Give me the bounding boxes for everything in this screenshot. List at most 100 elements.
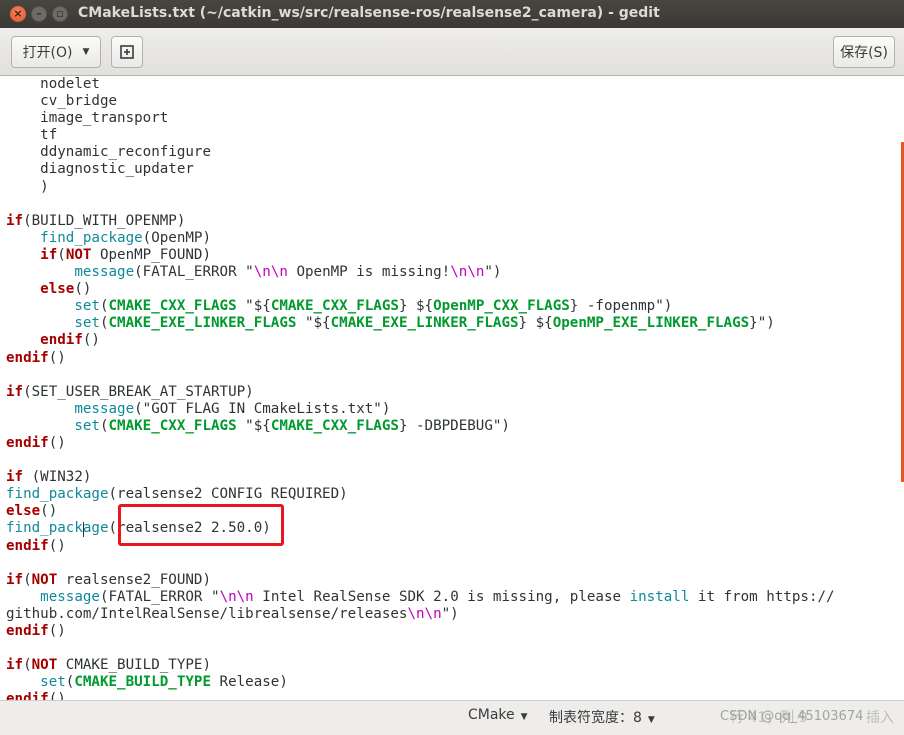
code-line[interactable]: set(CMAKE_BUILD_TYPE Release) — [6, 674, 835, 691]
code-view[interactable]: nodelet cv_bridge image_transport tf ddy… — [6, 76, 835, 700]
code-line[interactable]: cv_bridge — [6, 93, 835, 110]
open-button[interactable]: 打开(O) ▼ — [11, 36, 101, 68]
minimize-window-button[interactable]: – — [31, 6, 47, 22]
code-line[interactable]: if(NOT realsense2_FOUND) — [6, 572, 835, 589]
code-token: set — [74, 417, 100, 434]
text-editor[interactable]: nodelet cv_bridge image_transport tf ddy… — [0, 76, 904, 700]
code-token: CMAKE_CXX_FLAGS — [270, 417, 399, 434]
code-line[interactable] — [6, 452, 835, 469]
code-line[interactable]: set(CMAKE_EXE_LINKER_FLAGS "${CMAKE_EXE_… — [6, 315, 835, 332]
code-line[interactable]: endif() — [6, 350, 835, 367]
annotation-highlight-box — [118, 504, 284, 546]
code-token: (BUILD_WITH_OPENMP) — [23, 212, 186, 229]
code-token: CMAKE_CXX_FLAGS — [108, 417, 237, 434]
language-selector[interactable]: CMake ▼ — [468, 707, 528, 723]
code-line[interactable]: find_package(realsense2 CONFIG REQUIRED) — [6, 486, 835, 503]
code-line[interactable]: find_package(OpenMP) — [6, 230, 835, 247]
code-line[interactable] — [6, 640, 835, 657]
code-token: realsense2_FOUND) — [57, 571, 212, 588]
code-token: ( — [99, 417, 109, 434]
code-line[interactable]: if(BUILD_WITH_OPENMP) — [6, 213, 835, 230]
code-line[interactable]: github.com/IntelRealSense/librealsense/r… — [6, 606, 835, 623]
code-line[interactable]: endif() — [6, 435, 835, 452]
watermark: CSDN @qq_45103674 — [720, 709, 864, 724]
code-token: ) — [6, 178, 49, 195]
code-line[interactable]: endif() — [6, 691, 835, 700]
save-button[interactable]: 保存(S) — [833, 36, 895, 68]
code-line[interactable]: if (WIN32) — [6, 469, 835, 486]
code-line[interactable]: set(CMAKE_CXX_FLAGS "${CMAKE_CXX_FLAGS} … — [6, 418, 835, 435]
code-token: message — [74, 400, 135, 417]
code-token: "${ — [236, 417, 271, 434]
code-token: () — [48, 434, 66, 451]
code-line[interactable]: message(FATAL_ERROR "\n\n OpenMP is miss… — [6, 264, 835, 281]
code-token: cv_bridge — [6, 93, 118, 110]
code-token: CMAKE_BUILD_TYPE) — [57, 657, 212, 674]
code-line[interactable]: set(CMAKE_CXX_FLAGS "${CMAKE_CXX_FLAGS} … — [6, 298, 835, 315]
code-token: "${ — [236, 298, 271, 315]
chevron-down-icon: ▼ — [82, 47, 90, 57]
code-token: ("GOT FLAG IN CmakeLists.txt") — [134, 400, 391, 417]
code-token: it from https:// — [689, 588, 835, 605]
code-token: tf — [6, 127, 58, 144]
code-line[interactable]: ) — [6, 179, 835, 196]
code-token: if — [6, 383, 24, 400]
code-line[interactable]: else() — [6, 281, 835, 298]
code-line[interactable]: if(NOT OpenMP_FOUND) — [6, 247, 835, 264]
code-token: NOT — [31, 657, 58, 674]
code-line[interactable] — [6, 555, 835, 572]
code-token: find_package — [40, 229, 143, 246]
code-token: set — [40, 674, 66, 691]
code-token: OpenMP_EXE_LINKER_FLAGS — [552, 315, 750, 332]
code-line[interactable]: nodelet — [6, 76, 835, 93]
code-token: else — [6, 503, 41, 520]
code-line[interactable]: if(NOT CMAKE_BUILD_TYPE) — [6, 657, 835, 674]
maximize-window-button[interactable]: ▫ — [52, 6, 68, 22]
code-token: endif — [40, 332, 83, 349]
insert-mode: 插入 — [866, 710, 894, 726]
chevron-down-icon: ▼ — [647, 715, 655, 725]
new-document-button[interactable] — [111, 36, 143, 68]
code-line[interactable]: message("GOT FLAG IN CmakeLists.txt") — [6, 401, 835, 418]
code-token: (SET_USER_BREAK_AT_STARTUP) — [23, 383, 254, 400]
code-token: if — [6, 212, 24, 229]
code-token: OpenMP_CXX_FLAGS — [433, 298, 570, 315]
code-token: github.com/IntelRealSense/librealsense/r… — [6, 605, 408, 622]
new-tab-icon — [120, 45, 134, 59]
code-line[interactable]: ddynamic_reconfigure — [6, 144, 835, 161]
code-token: endif — [6, 537, 49, 554]
code-token: (WIN32) — [23, 469, 92, 486]
code-line[interactable]: endif() — [6, 332, 835, 349]
close-window-button[interactable]: × — [10, 6, 26, 22]
code-token: } ${ — [398, 298, 434, 315]
code-line[interactable]: diagnostic_updater — [6, 161, 835, 178]
code-token: nodelet — [6, 76, 100, 92]
code-token: Intel RealSense SDK 2.0 is missing, plea… — [253, 588, 630, 605]
code-token: () — [48, 349, 66, 366]
code-token: \n\n — [219, 588, 254, 605]
text-cursor — [83, 522, 84, 537]
window-titlebar: × – ▫ CMakeLists.txt (~/catkin_ws/src/re… — [0, 0, 904, 28]
code-line[interactable] — [6, 367, 835, 384]
language-label: CMake — [468, 707, 515, 723]
code-line[interactable]: if(SET_USER_BREAK_AT_STARTUP) — [6, 384, 835, 401]
code-line[interactable]: image_transport — [6, 110, 835, 127]
code-token: } -fopenmp") — [569, 298, 673, 315]
save-button-label: 保存(S) — [840, 45, 888, 61]
chevron-down-icon: ▼ — [520, 712, 528, 722]
code-token: ( — [23, 571, 32, 588]
code-token: () — [74, 281, 92, 298]
code-token: ddynamic_reconfigure — [6, 144, 211, 161]
tab-width-selector[interactable]: 制表符宽度：8 ▼ — [549, 707, 655, 727]
code-line[interactable]: endif() — [6, 623, 835, 640]
code-token: set — [74, 315, 100, 332]
code-line[interactable]: message(FATAL_ERROR "\n\n Intel RealSens… — [6, 588, 835, 606]
code-line[interactable]: tf — [6, 127, 835, 144]
code-token: () — [48, 623, 66, 639]
code-line[interactable] — [6, 196, 835, 213]
